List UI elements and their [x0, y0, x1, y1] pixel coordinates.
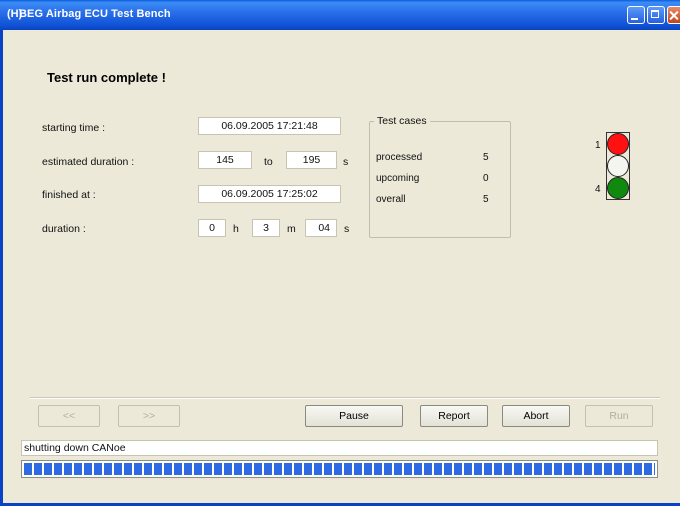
upcoming-value: 0: [483, 173, 489, 184]
status-heading: Test run complete !: [47, 70, 166, 85]
next-button[interactable]: >>: [118, 405, 180, 427]
starting-time-field[interactable]: 06.09.2005 17:21:48: [198, 117, 341, 135]
processed-value: 5: [483, 152, 489, 163]
starting-time-label: starting time :: [42, 122, 106, 134]
duration-seconds-field[interactable]: 04: [305, 219, 337, 237]
abort-button[interactable]: Abort: [502, 405, 570, 427]
red-lamp-icon: [607, 133, 629, 155]
progress-bar: [21, 460, 658, 478]
overall-value: 5: [483, 194, 489, 205]
duration-hours-field[interactable]: 0: [198, 219, 226, 237]
app-window: (H) BEG Airbag ECU Test Bench Test run c…: [0, 0, 680, 506]
to-label: to: [264, 156, 273, 168]
white-lamp-icon: [607, 155, 629, 177]
minimize-button[interactable]: [627, 6, 645, 24]
close-button[interactable]: [667, 6, 680, 24]
seconds-unit-label: s: [344, 223, 350, 235]
window-title: BEG Airbag ECU Test Bench: [19, 8, 171, 20]
processed-label: processed: [376, 152, 423, 163]
traffic-light-top-number: 1: [595, 140, 601, 151]
estimated-max-field[interactable]: 195: [286, 151, 337, 169]
green-lamp-icon: [607, 177, 629, 199]
progress-fill: [24, 463, 655, 475]
minutes-unit-label: m: [287, 223, 296, 235]
title-bar[interactable]: (H) BEG Airbag ECU Test Bench: [0, 0, 680, 30]
maximize-button[interactable]: [647, 6, 665, 24]
finished-at-field[interactable]: 06.09.2005 17:25:02: [198, 185, 341, 203]
estimated-duration-label: estimated duration :: [42, 156, 135, 168]
test-cases-legend: Test cases: [374, 115, 430, 127]
status-message: shutting down CANoe: [21, 440, 658, 456]
estimated-min-field[interactable]: 145: [198, 151, 252, 169]
hours-unit-label: h: [233, 223, 239, 235]
finished-at-label: finished at :: [42, 189, 96, 201]
upcoming-label: upcoming: [376, 173, 420, 184]
overall-label: overall: [376, 194, 406, 205]
separator: [30, 397, 660, 399]
report-button[interactable]: Report: [420, 405, 488, 427]
previous-button[interactable]: <<: [38, 405, 100, 427]
duration-label: duration :: [42, 223, 86, 235]
run-button[interactable]: Run: [585, 405, 653, 427]
duration-minutes-field[interactable]: 3: [252, 219, 280, 237]
estimated-unit-label: s: [343, 156, 349, 168]
window-frame-left: [0, 30, 3, 506]
traffic-light-bottom-number: 4: [595, 184, 601, 195]
pause-button[interactable]: Pause: [305, 405, 403, 427]
